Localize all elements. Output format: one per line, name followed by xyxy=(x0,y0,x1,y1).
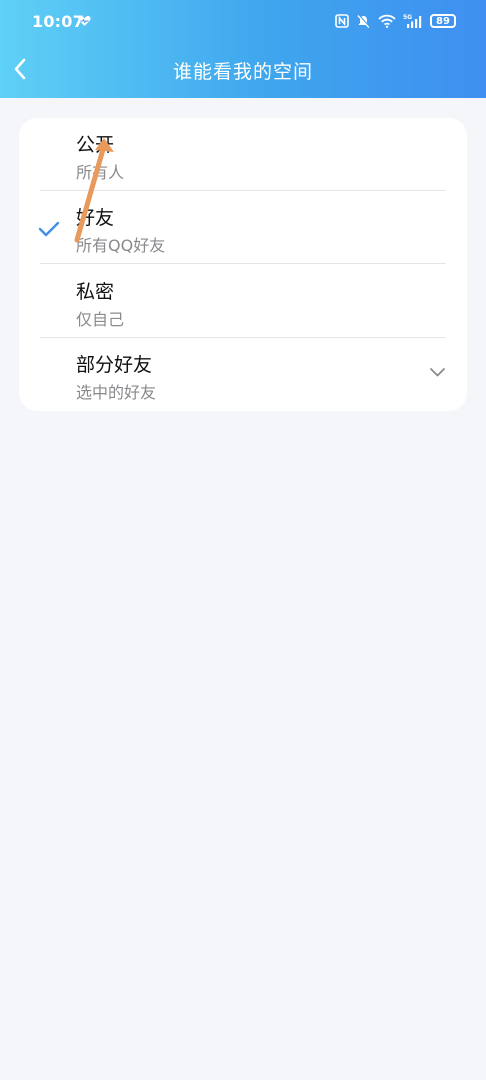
status-icons: 5G 89 xyxy=(335,10,456,32)
checkmark-icon xyxy=(38,221,60,237)
status-bar: 10:07 5G 89 xyxy=(0,0,486,40)
header-bar: 10:07 5G 89 谁能看我的空间 xyxy=(0,0,486,98)
option-private[interactable]: 私密 仅自己 xyxy=(19,265,467,338)
option-label: 好友 xyxy=(76,207,115,229)
nav-bar: 谁能看我的空间 xyxy=(0,40,486,98)
divider xyxy=(40,263,446,264)
status-time: 10:07 xyxy=(32,12,84,31)
nfc-icon xyxy=(335,14,349,28)
visibility-options-card: 公开 所有人 好友 所有QQ好友 私密 仅自己 部分好友 选中的好友 xyxy=(19,118,467,411)
option-some-friends[interactable]: 部分好友 选中的好友 xyxy=(19,338,467,411)
heart-icon xyxy=(78,16,91,26)
option-label: 公开 xyxy=(76,134,115,156)
option-description: 仅自己 xyxy=(76,310,125,329)
option-friends[interactable]: 好友 所有QQ好友 xyxy=(19,191,467,264)
battery-icon: 89 xyxy=(430,14,456,28)
mute-icon xyxy=(357,14,371,28)
page-title: 谁能看我的空间 xyxy=(172,61,313,83)
option-description: 选中的好友 xyxy=(76,383,157,402)
5g-signal-icon: 5G xyxy=(403,14,422,28)
svg-text:5G: 5G xyxy=(403,14,412,21)
option-label: 部分好友 xyxy=(76,354,153,376)
option-label: 私密 xyxy=(76,281,115,303)
option-description: 所有人 xyxy=(76,163,125,182)
chevron-down-icon[interactable] xyxy=(429,366,446,378)
option-description: 所有QQ好友 xyxy=(76,236,166,255)
wifi-icon xyxy=(378,14,396,28)
option-public[interactable]: 公开 所有人 xyxy=(19,118,467,191)
